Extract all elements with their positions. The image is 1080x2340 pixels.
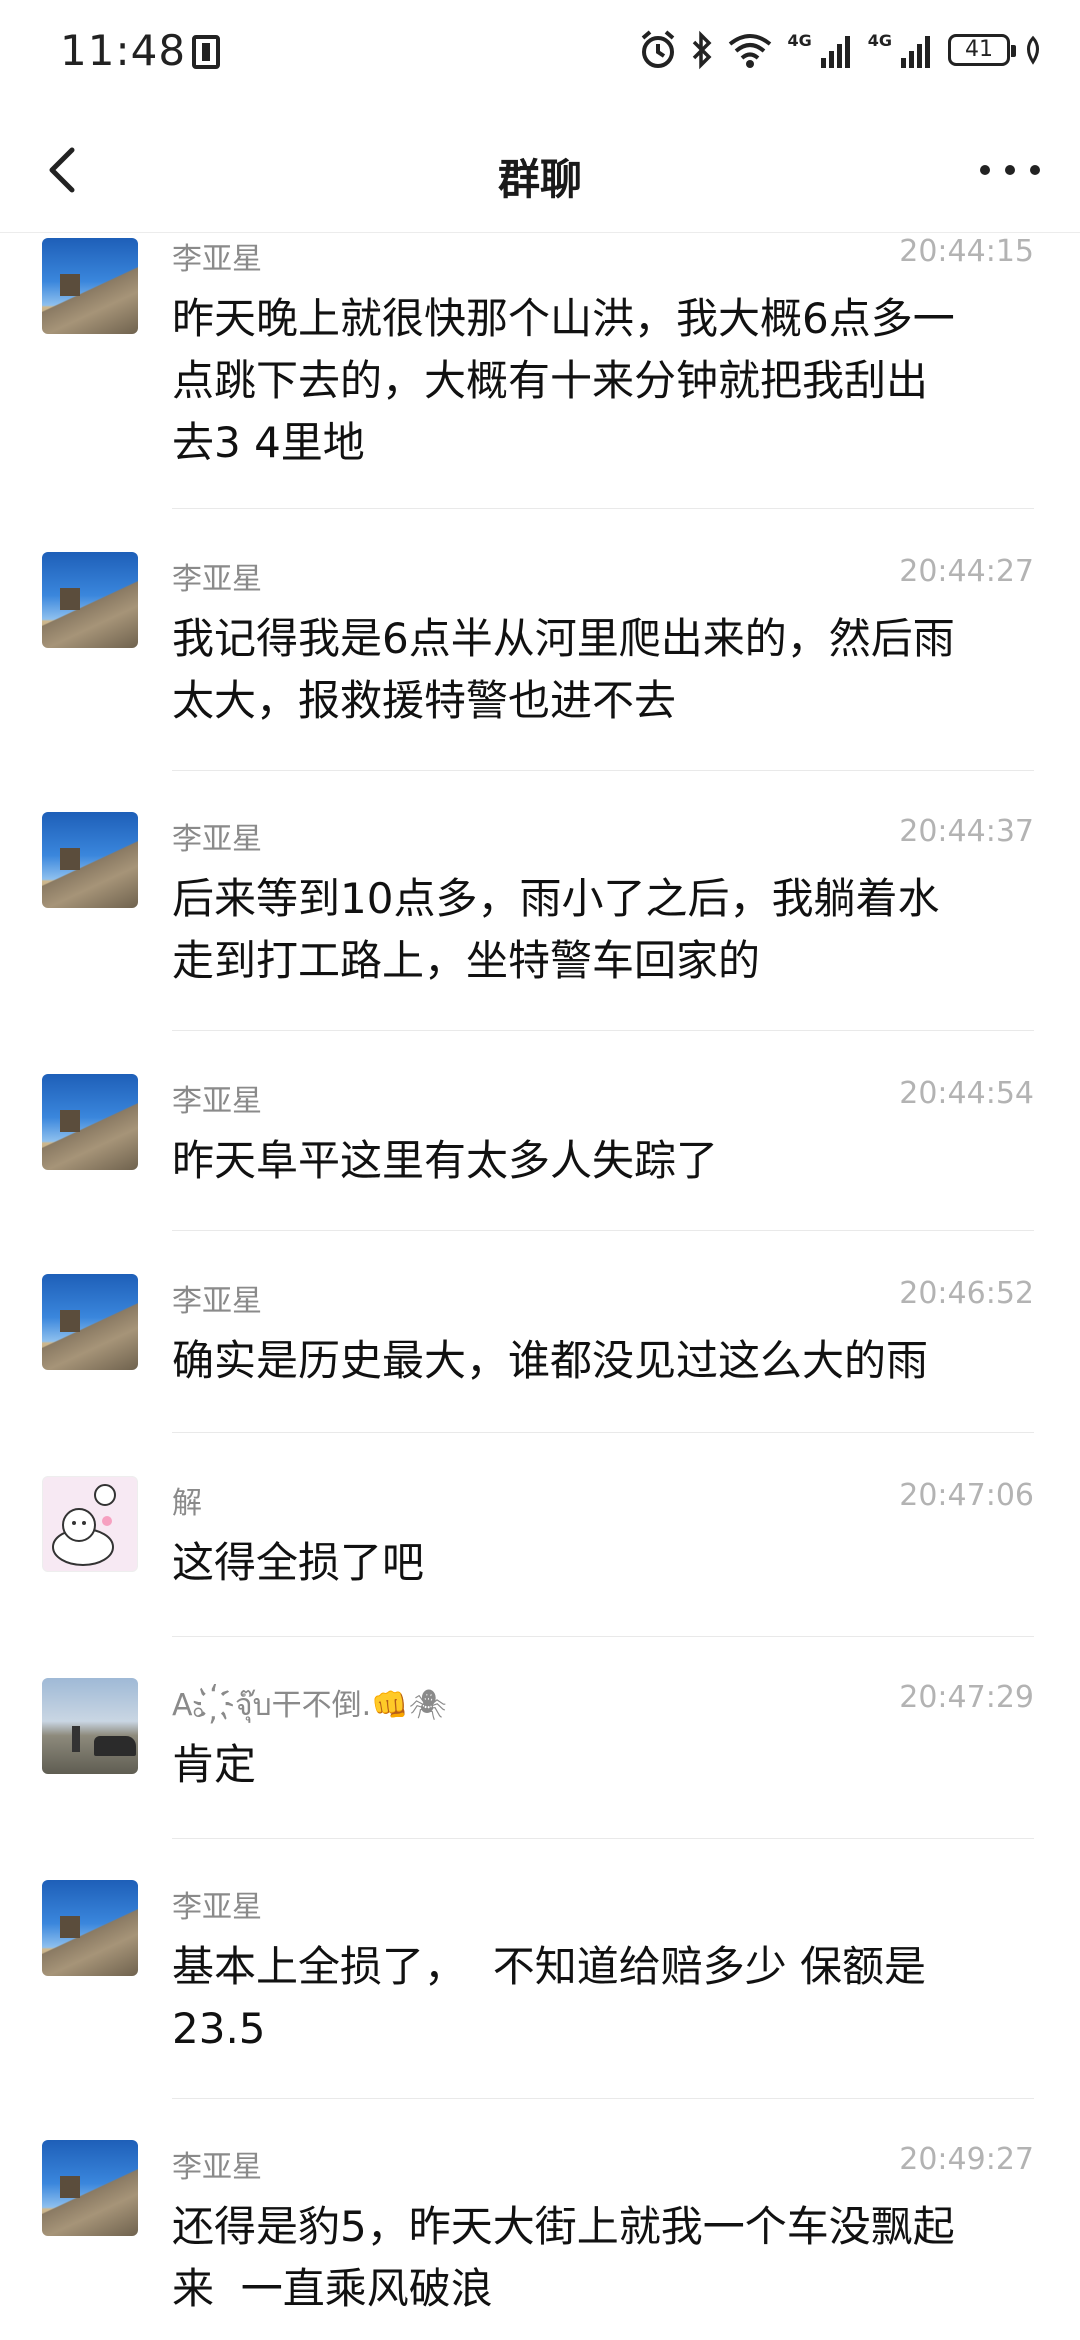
avatar[interactable] bbox=[42, 1678, 138, 1774]
sender-name: 李亚星 bbox=[172, 2150, 262, 2185]
avatar[interactable] bbox=[42, 552, 138, 648]
avatar[interactable] bbox=[42, 2140, 138, 2236]
divider bbox=[172, 2098, 1034, 2099]
divider bbox=[172, 1230, 1034, 1231]
message-text: 我记得我是6点半从河里爬出来的，然后雨 太大，报救援特警也进不去 bbox=[172, 614, 955, 725]
message-text: 昨天晚上就很快那个山洪，我大概6点多一 点跳下去的，大概有十来分钟就把我刮出 去… bbox=[172, 294, 955, 467]
bluetooth-icon bbox=[693, 30, 712, 70]
sender-name: A。҉จุ๊บ干不倒.👊🕷 bbox=[172, 1688, 447, 1723]
sender-name: 李亚星 bbox=[172, 242, 262, 277]
status-bar: 11:48 4G 4G 41 bbox=[0, 0, 1080, 110]
battery-level: 41 bbox=[965, 37, 993, 62]
nfc-icon bbox=[192, 35, 221, 69]
dot-icon bbox=[1030, 165, 1040, 175]
dot-icon bbox=[980, 165, 990, 175]
leaf-icon bbox=[1027, 35, 1039, 65]
avatar[interactable] bbox=[42, 812, 138, 908]
divider bbox=[172, 1636, 1034, 1637]
more-options-button[interactable] bbox=[980, 150, 1040, 190]
status-time-text: 11:48 bbox=[60, 26, 187, 75]
message-text: 后来等到10点多，雨小了之后，我躺着水 走到打工路上，坐特警车回家的 bbox=[172, 874, 940, 985]
message-text: 基本上全损了， 不知道给赔多少 保额是 23.5 bbox=[172, 1942, 927, 2053]
sender-name: 李亚星 bbox=[172, 822, 262, 857]
sender-name: 李亚星 bbox=[172, 1084, 262, 1119]
avatar[interactable] bbox=[42, 238, 138, 334]
message-time: 20:49:27 bbox=[899, 2142, 1034, 2177]
message-time: 20:46:52 bbox=[899, 1276, 1034, 1311]
message-text: 肯定 bbox=[172, 1740, 257, 1789]
avatar[interactable] bbox=[42, 1880, 138, 1976]
message-text: 这得全损了吧 bbox=[172, 1538, 425, 1587]
message-text: 还得是豹5，昨天大街上就我一个车没飘起 来 一直乘风破浪 bbox=[172, 2202, 955, 2313]
network-type-label-1: 4G bbox=[787, 30, 812, 50]
divider bbox=[172, 508, 1034, 509]
avatar[interactable] bbox=[42, 1476, 138, 1572]
divider bbox=[172, 1838, 1034, 1839]
message-time: 20:47:29 bbox=[899, 1680, 1034, 1715]
signal-icon bbox=[820, 36, 850, 68]
sender-name: 李亚星 bbox=[172, 562, 262, 597]
message-time: 20:44:54 bbox=[899, 1076, 1034, 1111]
divider bbox=[172, 1030, 1034, 1031]
message-time: 20:44:27 bbox=[899, 554, 1034, 589]
avatar[interactable] bbox=[42, 1074, 138, 1170]
signal-icon-2 bbox=[901, 36, 930, 68]
divider bbox=[172, 1432, 1034, 1433]
divider bbox=[172, 770, 1034, 771]
wifi-icon bbox=[729, 34, 772, 68]
message-time: 20:44:37 bbox=[899, 814, 1034, 849]
sender-name: 李亚星 bbox=[172, 1890, 262, 1925]
status-time: 11:48 bbox=[60, 26, 221, 75]
page-title: 群聊 bbox=[497, 155, 582, 204]
avatar[interactable] bbox=[42, 1274, 138, 1370]
alarm-icon bbox=[642, 30, 675, 68]
sender-name: 解 bbox=[172, 1486, 202, 1521]
network-type-label-2: 4G bbox=[867, 30, 892, 50]
message-time: 20:47:06 bbox=[899, 1478, 1034, 1513]
message-text: 确实是历史最大，谁都没见过这么大的雨 bbox=[172, 1336, 929, 1385]
status-icons: 4G 4G 41 bbox=[639, 28, 1042, 72]
cartoon-cat-icon bbox=[52, 1484, 116, 1566]
chat-header: 群聊 bbox=[0, 110, 1080, 233]
battery-icon: 41 bbox=[948, 34, 1016, 66]
dot-icon bbox=[1005, 165, 1015, 175]
message-time: 20:44:15 bbox=[899, 234, 1034, 269]
sender-name: 李亚星 bbox=[172, 1284, 262, 1319]
message-text: 昨天阜平这里有太多人失踪了 bbox=[172, 1136, 719, 1185]
